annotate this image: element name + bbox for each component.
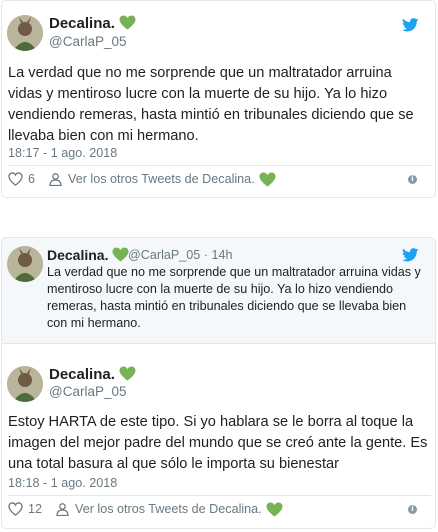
tweet-text: La verdad que no me sorprende que un mal… [47,265,421,330]
green-heart-icon [119,15,136,30]
tweet-text: Estoy HARTA de este tipo. Si yo hablara … [8,414,428,472]
handle[interactable]: @CarlaP_05 [128,248,200,262]
avatar[interactable] [7,246,43,282]
avatar[interactable] [7,366,43,402]
tweet-card-3: Decalina. @CarlaP_05 Estoy HARTA de este… [1,343,436,529]
twitter-bird-icon[interactable] [402,248,419,262]
like-count: 12 [28,502,43,516]
green-heart-icon [112,247,129,262]
divider [8,165,431,166]
relative-time[interactable]: 14h [212,248,233,262]
display-name[interactable]: Decalina. [49,366,136,383]
tweet-timestamp[interactable]: 18:17 - 1 ago. 2018 [8,146,117,160]
handle[interactable]: @CarlaP_05 [49,384,127,399]
twitter-bird-icon[interactable] [402,18,419,32]
handle[interactable]: @CarlaP_05 [49,34,127,49]
like-count: 6 [28,172,36,186]
heart-outline-icon[interactable] [8,502,23,516]
tweet-actions: 6 Ver los otros Tweets de Decalina. [8,169,276,189]
more-tweets-link[interactable]: Ver los otros Tweets de Decalina. [75,502,262,516]
avatar[interactable] [7,15,43,51]
separator: · [203,248,208,262]
tweet-card-2: Decalina. @CarlaP_05 · 14h La verdad que… [1,237,436,343]
handle-and-time: @CarlaP_05 · 14h [128,248,233,262]
info-icon[interactable]: i [408,175,417,184]
tweet-text: La verdad que no me sorprende que un mal… [8,65,414,144]
tweet-card-1: Decalina. @CarlaP_05 La verdad que no me… [1,0,436,198]
heart-outline-icon[interactable] [8,172,23,186]
display-name[interactable]: Decalina. [49,15,136,32]
info-icon[interactable]: i [408,505,417,514]
green-heart-icon [266,502,283,517]
divider [8,495,431,496]
person-icon [56,502,69,516]
green-heart-icon [119,366,136,381]
tweet-actions: 12 Ver los otros Tweets de Decalina. [8,499,283,519]
display-name[interactable]: Decalina. [47,247,129,263]
person-icon [49,172,62,186]
tweet-timestamp[interactable]: 18:18 - 1 ago. 2018 [8,476,117,490]
more-tweets-link[interactable]: Ver los otros Tweets de Decalina. [68,172,255,186]
green-heart-icon [259,172,276,187]
